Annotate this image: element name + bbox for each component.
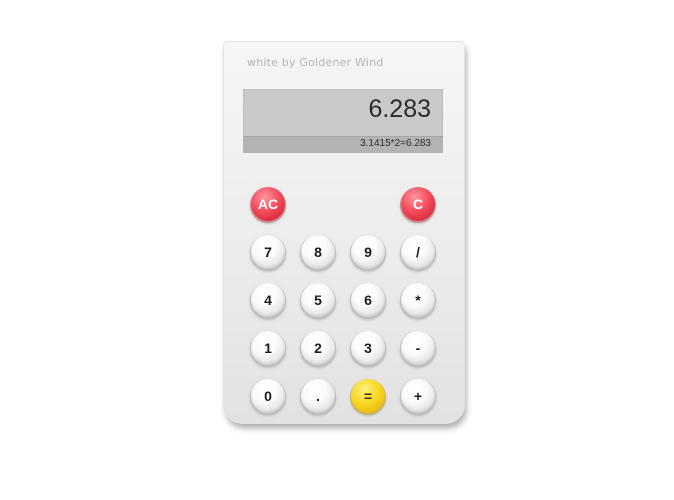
- plus-button[interactable]: +: [401, 379, 435, 413]
- all-clear-button[interactable]: AC: [251, 187, 285, 221]
- decimal-point-button[interactable]: .: [301, 379, 335, 413]
- key-5-button[interactable]: 5: [301, 283, 335, 317]
- clear-button[interactable]: C: [401, 187, 435, 221]
- brand-label: white by Goldener Wind: [247, 56, 384, 69]
- display-result: 6.283: [368, 95, 431, 123]
- multiply-button[interactable]: *: [401, 283, 435, 317]
- key-4-button[interactable]: 4: [251, 283, 285, 317]
- key-3-button[interactable]: 3: [351, 331, 385, 365]
- key-8-button[interactable]: 8: [301, 235, 335, 269]
- display: 6.283 3.1415*2=6.283: [243, 89, 443, 153]
- key-2-button[interactable]: 2: [301, 331, 335, 365]
- key-7-button[interactable]: 7: [251, 235, 285, 269]
- key-1-button[interactable]: 1: [251, 331, 285, 365]
- key-9-button[interactable]: 9: [351, 235, 385, 269]
- calculator: white by Goldener Wind 6.283 3.1415*2=6.…: [224, 42, 464, 423]
- equals-button[interactable]: =: [351, 379, 385, 413]
- divide-button[interactable]: /: [401, 235, 435, 269]
- display-expression: 3.1415*2=6.283: [360, 138, 431, 149]
- key-0-button[interactable]: 0: [251, 379, 285, 413]
- minus-button[interactable]: -: [401, 331, 435, 365]
- expression-bar: 3.1415*2=6.283: [243, 136, 443, 153]
- key-6-button[interactable]: 6: [351, 283, 385, 317]
